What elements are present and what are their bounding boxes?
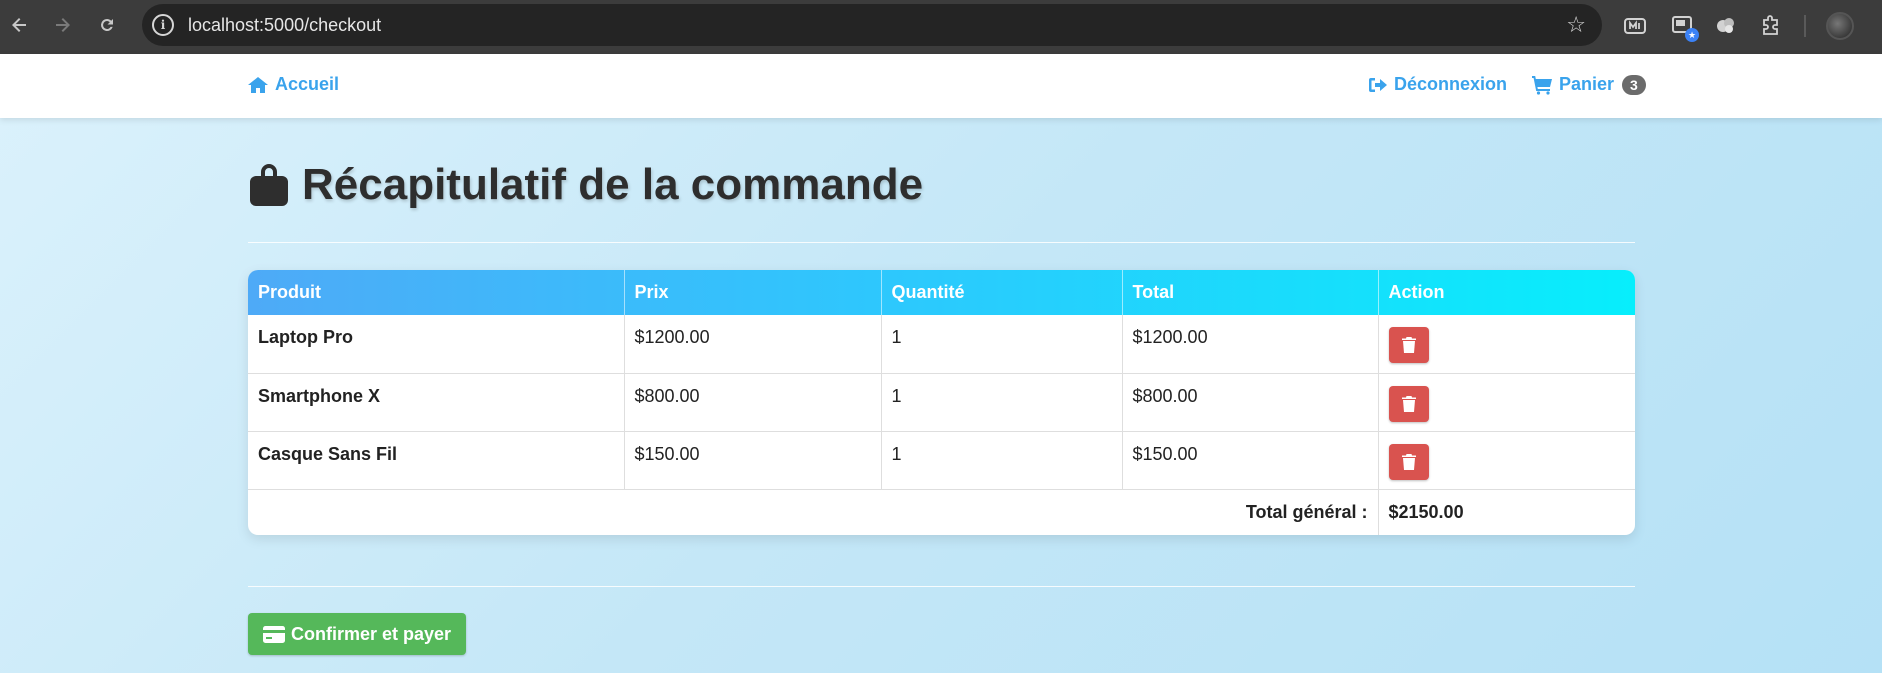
header-price: Prix: [624, 270, 882, 315]
divider-top: [248, 242, 1635, 243]
cell-price: $150.00: [624, 431, 882, 490]
forward-arrow-icon[interactable]: [50, 12, 76, 38]
url-text[interactable]: localhost:5000/checkout: [188, 15, 381, 36]
grand-total-row: Total général : $2150.00: [248, 489, 1635, 535]
cell-action: [1378, 315, 1635, 374]
nav-home-link[interactable]: Accueil: [247, 74, 339, 95]
header-quantity: Quantité: [881, 270, 1123, 315]
cell-product: Smartphone X: [248, 373, 625, 432]
site-info-icon[interactable]: i: [152, 14, 174, 36]
cell-product: Casque Sans Fil: [248, 431, 625, 490]
nav-cart-link[interactable]: Panier 3: [1531, 74, 1646, 95]
trash-icon: [1401, 337, 1416, 353]
table-row: Laptop Pro $1200.00 1 $1200.00: [248, 315, 1635, 374]
cell-total: $1200.00: [1122, 315, 1379, 374]
cell-price: $800.00: [624, 373, 882, 432]
sign-out-icon: [1369, 77, 1387, 92]
delete-item-button[interactable]: [1388, 385, 1429, 422]
grand-total-value: $2150.00: [1388, 501, 1464, 522]
site-navbar: Accueil Déconnexion Panier 3: [0, 54, 1882, 118]
header-action: Action: [1388, 282, 1445, 302]
cell-product: Laptop Pro: [248, 315, 625, 374]
shopping-bag-icon: [250, 164, 288, 206]
extension-badge-icon: ★: [1685, 28, 1699, 42]
cell-total: $800.00: [1122, 373, 1379, 432]
puzzle-extensions-icon[interactable]: [1759, 14, 1783, 38]
address-bar[interactable]: i localhost:5000/checkout ☆: [142, 4, 1602, 46]
header-product: Produit: [248, 270, 625, 315]
page-title-text: Récapitulatif de la commande: [302, 160, 924, 209]
toolbar-separator: [1804, 15, 1806, 37]
cell-quantity: 1: [881, 373, 1123, 432]
order-summary-table: Produit Prix Quantité Total Action Lapto…: [248, 270, 1635, 535]
browser-toolbar: i localhost:5000/checkout ☆ ★: [0, 0, 1882, 54]
home-icon: [248, 76, 268, 93]
table-header-row: Produit Prix Quantité Total Action: [248, 270, 1635, 315]
cell-total: $150.00: [1122, 431, 1379, 490]
nav-cart-label: Panier: [1559, 74, 1615, 94]
cell-quantity: 1: [881, 431, 1123, 490]
trash-icon: [1401, 395, 1416, 412]
shopping-cart-icon: [1532, 75, 1552, 95]
ai-sparkle-icon[interactable]: [1714, 14, 1738, 38]
credit-card-icon: [263, 625, 285, 643]
cell-action: [1378, 431, 1635, 490]
nav-home-label: Accueil: [275, 74, 340, 94]
cell-action: [1378, 373, 1635, 432]
nav-logout-link[interactable]: Déconnexion: [1368, 74, 1507, 95]
profile-avatar[interactable]: [1826, 12, 1854, 40]
table-row: Casque Sans Fil $150.00 1 $150.00: [248, 431, 1635, 490]
cart-count-badge: 3: [1622, 74, 1646, 95]
divider-bottom: [248, 586, 1635, 587]
delete-item-button[interactable]: [1388, 443, 1429, 480]
cell-quantity: 1: [881, 315, 1123, 374]
cell-price: $1200.00: [624, 315, 882, 374]
back-arrow-icon[interactable]: [6, 12, 32, 38]
grand-total-label: Total général :: [248, 489, 1379, 535]
table-row: Smartphone X $800.00 1 $800.00: [248, 373, 1635, 432]
page-title: Récapitulatif de la commande: [248, 160, 923, 210]
nav-logout-label: Déconnexion: [1394, 74, 1508, 94]
extension-m-icon[interactable]: [1623, 14, 1647, 38]
window-extension-icon[interactable]: ★: [1671, 14, 1699, 42]
confirm-and-pay-button[interactable]: Confirmer et payer: [248, 613, 467, 655]
confirm-and-pay-label: Confirmer et payer: [291, 623, 452, 644]
reload-icon[interactable]: [94, 12, 120, 38]
delete-item-button[interactable]: [1388, 327, 1429, 363]
bookmark-star-icon[interactable]: ☆: [1566, 12, 1586, 38]
header-total: Total: [1122, 270, 1379, 315]
trash-icon: [1401, 453, 1416, 470]
